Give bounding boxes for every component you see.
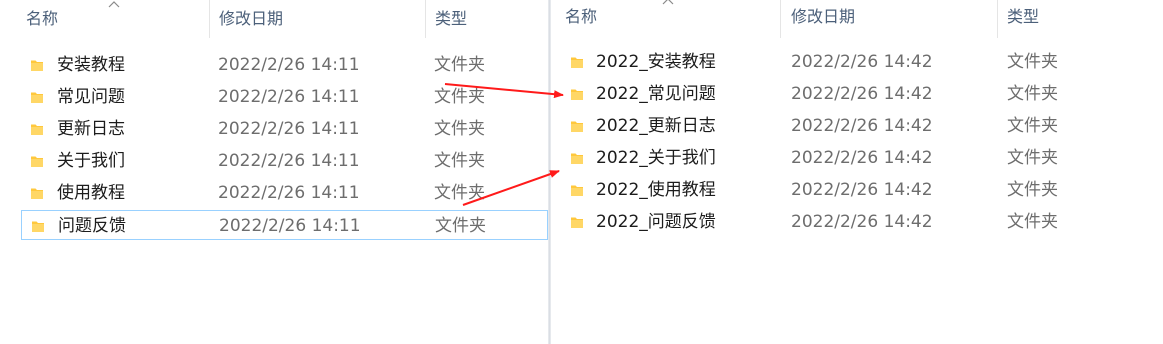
folder-icon (571, 153, 583, 164)
file-row[interactable]: 2022_常见问题 2022/2/26 14:42 文件夹 (565, 79, 1155, 109)
file-row[interactable]: 关于我们 2022/2/26 14:11 文件夹 (21, 146, 548, 176)
left-file-list: 名称 修改日期 类型 安装教程 2022/2/26 14:11 文件夹 常见问题 202… (0, 0, 548, 344)
right-header-name[interactable]: 名称 (565, 6, 597, 28)
file-modified-date: 2022/2/26 14:11 (218, 119, 360, 139)
sort-up-icon (108, 1, 120, 8)
file-name: 2022_问题反馈 (596, 212, 716, 232)
file-name: 使用教程 (57, 183, 125, 203)
file-type: 文件夹 (434, 119, 485, 139)
file-row[interactable]: 2022_安装教程 2022/2/26 14:42 文件夹 (565, 47, 1155, 77)
file-modified-date: 2022/2/26 14:42 (791, 180, 933, 200)
file-modified-date: 2022/2/26 14:42 (791, 84, 933, 104)
sort-up-icon (662, 0, 674, 5)
right-header-modified[interactable]: 修改日期 (791, 6, 855, 28)
file-name: 常见问题 (57, 87, 125, 107)
file-row[interactable]: 更新日志 2022/2/26 14:11 文件夹 (21, 114, 548, 144)
left-header-name[interactable]: 名称 (26, 8, 58, 30)
file-modified-date: 2022/2/26 14:11 (218, 87, 360, 107)
file-name: 2022_更新日志 (596, 116, 716, 136)
left-header-type[interactable]: 类型 (435, 8, 467, 30)
file-name: 2022_使用教程 (596, 180, 716, 200)
folder-icon (32, 221, 44, 232)
file-modified-date: 2022/2/26 14:42 (791, 148, 933, 168)
right-column-header: 名称 修改日期 类型 (551, 0, 1163, 38)
file-row[interactable]: 2022_问题反馈 2022/2/26 14:42 文件夹 (565, 207, 1155, 237)
file-row[interactable]: 安装教程 2022/2/26 14:11 文件夹 (21, 50, 548, 80)
file-row[interactable]: 2022_关于我们 2022/2/26 14:42 文件夹 (565, 143, 1155, 173)
file-type: 文件夹 (1007, 84, 1058, 104)
file-type: 文件夹 (1007, 180, 1058, 200)
file-modified-date: 2022/2/26 14:11 (218, 183, 360, 203)
right-header-separator[interactable] (780, 0, 781, 38)
left-header-separator[interactable] (425, 0, 426, 38)
file-row[interactable]: 常见问题 2022/2/26 14:11 文件夹 (21, 82, 548, 112)
file-type: 文件夹 (434, 55, 485, 75)
right-header-type[interactable]: 类型 (1007, 6, 1039, 28)
file-name: 2022_安装教程 (596, 52, 716, 72)
right-file-list: 名称 修改日期 类型 2022_安装教程 2022/2/26 14:42 文件夹 20… (551, 0, 1163, 344)
file-type: 文件夹 (434, 151, 485, 171)
file-type: 文件夹 (1007, 148, 1058, 168)
folder-icon (31, 188, 43, 199)
file-row[interactable]: 2022_使用教程 2022/2/26 14:42 文件夹 (565, 175, 1155, 205)
left-header-separator[interactable] (209, 0, 210, 38)
file-type: 文件夹 (435, 216, 486, 236)
screenshot-root: 名称 修改日期 类型 安装教程 2022/2/26 14:11 文件夹 常见问题 202… (0, 0, 1163, 344)
file-type: 文件夹 (1007, 52, 1058, 72)
file-name: 问题反馈 (58, 216, 126, 236)
file-name: 安装教程 (57, 55, 125, 75)
file-modified-date: 2022/2/26 14:11 (219, 216, 361, 236)
folder-icon (31, 156, 43, 167)
file-modified-date: 2022/2/26 14:42 (791, 212, 933, 232)
file-name: 2022_关于我们 (596, 148, 716, 168)
left-column-header: 名称 修改日期 类型 (0, 0, 548, 38)
file-modified-date: 2022/2/26 14:42 (791, 116, 933, 136)
file-type: 文件夹 (434, 87, 485, 107)
file-modified-date: 2022/2/26 14:11 (218, 55, 360, 75)
file-name: 2022_常见问题 (596, 84, 716, 104)
file-type: 文件夹 (434, 183, 485, 203)
folder-icon (31, 92, 43, 103)
file-type: 文件夹 (1007, 212, 1058, 232)
folder-icon (571, 121, 583, 132)
file-name: 关于我们 (57, 151, 125, 171)
file-name: 更新日志 (57, 119, 125, 139)
folder-icon (31, 124, 43, 135)
file-row[interactable]: 2022_更新日志 2022/2/26 14:42 文件夹 (565, 111, 1155, 141)
file-modified-date: 2022/2/26 14:11 (218, 151, 360, 171)
folder-icon (571, 57, 583, 68)
file-row[interactable]: 问题反馈 2022/2/26 14:11 文件夹 (21, 210, 548, 240)
folder-icon (571, 89, 583, 100)
folder-icon (571, 185, 583, 196)
file-modified-date: 2022/2/26 14:42 (791, 52, 933, 72)
folder-icon (571, 217, 583, 228)
folder-icon (31, 60, 43, 71)
file-type: 文件夹 (1007, 116, 1058, 136)
left-header-modified[interactable]: 修改日期 (219, 8, 283, 30)
right-header-separator[interactable] (997, 0, 998, 38)
file-row[interactable]: 使用教程 2022/2/26 14:11 文件夹 (21, 178, 548, 208)
